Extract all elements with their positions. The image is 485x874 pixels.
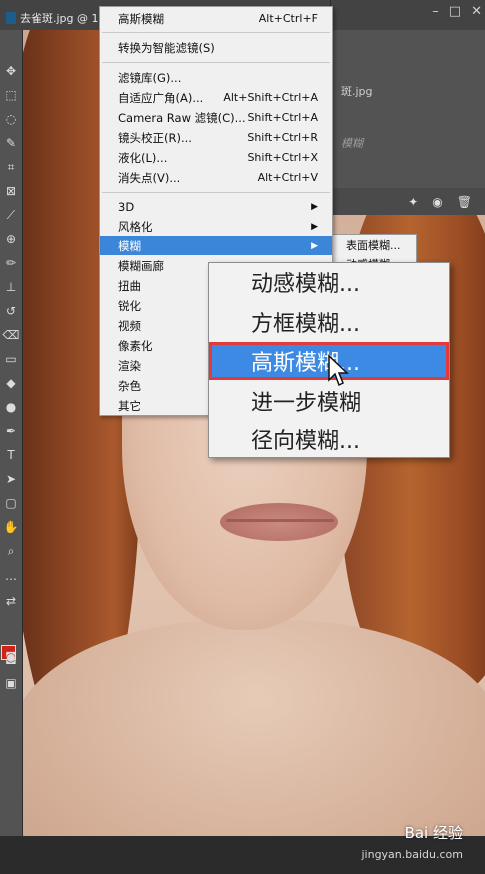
menu-item-smart-filter[interactable]: 转换为智能滤镜(S) [100,38,332,57]
menu-separator [102,192,330,193]
layer-name: 斑.jpg [341,85,373,98]
fx-icon[interactable]: ✦ [408,195,418,209]
marquee-tool-icon[interactable]: ⬚ [2,86,20,104]
document-tab[interactable]: 去雀斑.jpg @ 12 [0,6,112,30]
screen-mode-icon[interactable]: ▣ [2,674,20,692]
window-controls: – □ ✕ [432,4,482,19]
submenu-arrow-icon: ▶ [311,240,318,251]
lips [220,503,338,541]
dodge-tool-icon[interactable]: ● [2,398,20,416]
menu-item-last-filter[interactable]: 高斯模糊 Alt+Ctrl+F [100,9,332,28]
menu-item-3d[interactable]: 3D ▶ [100,197,332,216]
eyedropper-tool-icon[interactable]: ⟋ [2,206,20,224]
menu-separator [102,62,330,63]
mouse-cursor-icon [328,354,349,387]
file-icon [6,12,16,24]
watermark-url: jingyan.baidu.com [361,848,463,861]
layer-row[interactable]: 斑.jpg [331,78,485,104]
panel-footer: ✦ ◉ 🗑 [331,188,485,215]
path-select-tool-icon[interactable]: ➤ [2,470,20,488]
shoulders [22,620,485,836]
menu-item-blur[interactable]: 模糊 ▶ [100,236,332,255]
brush-tool-icon[interactable]: ✏ [2,254,20,272]
submenu-item-motion-blur[interactable]: 动感模糊... [209,263,449,301]
close-icon[interactable]: ✕ [471,4,482,19]
submenu-arrow-icon: ▶ [311,201,318,212]
more-tools-icon[interactable]: ⋯ [2,570,20,588]
zoom-tool-icon[interactable]: ⌕ [2,542,20,560]
shape-tool-icon[interactable]: ▢ [2,494,20,512]
layer-effect-row[interactable]: 模糊 [331,130,485,156]
pen-tool-icon[interactable]: ✒ [2,422,20,440]
submenu-arrow-icon: ▶ [311,221,318,232]
minimize-icon[interactable]: – [432,4,439,19]
crop-tool-icon[interactable]: ⌗ [2,158,20,176]
menu-item-stylize[interactable]: 风格化 ▶ [100,217,332,236]
layers-panel: – □ ✕ 斑.jpg 模糊 ✦ ◉ 🗑 [330,0,485,215]
panel-header: – □ ✕ [331,0,485,30]
lip-line [226,519,334,522]
tools-panel: ✥ ⬚ ◌ ✎ ⌗ ⊠ ⟋ ⊕ ✏ ⊥ ↺ ⌫ ▭ ◆ ● ✒ T ➤ ▢ ✋ … [0,30,23,836]
eraser-tool-icon[interactable]: ⌫ [2,326,20,344]
trash-icon[interactable]: 🗑 [457,195,472,209]
gradient-tool-icon[interactable]: ▭ [2,350,20,368]
menu-item-filter-gallery[interactable]: 滤镜库(G)... [100,68,332,87]
menu-item-adaptive-wide-angle[interactable]: 自适应广角(A)... Alt+Shift+Ctrl+A [100,88,332,107]
swap-colors-icon[interactable]: ⇄ [2,592,20,610]
menu-separator [102,32,330,33]
camera-icon[interactable]: ◉ [432,195,442,209]
frame-tool-icon[interactable]: ⊠ [2,182,20,200]
menu-item-vanishing-point[interactable]: 消失点(V)... Alt+Ctrl+V [100,168,332,187]
submenu-item[interactable]: 表面模糊... [332,235,416,254]
lasso-tool-icon[interactable]: ◌ [2,110,20,128]
quick-mask-icon[interactable]: ◙ [2,648,20,666]
submenu-item-box-blur[interactable]: 方框模糊... [209,303,449,341]
layer-effect-label: 模糊 [341,137,363,150]
healing-tool-icon[interactable]: ⊕ [2,230,20,248]
hand-tool-icon[interactable]: ✋ [2,518,20,536]
quick-select-tool-icon[interactable]: ✎ [2,134,20,152]
maximize-icon[interactable]: □ [449,4,461,19]
blur-tool-icon[interactable]: ◆ [2,374,20,392]
document-tab-label: 去雀斑.jpg @ 12 [20,12,106,25]
menu-item-camera-raw[interactable]: Camera Raw 滤镜(C)... Shift+Ctrl+A [100,108,332,127]
watermark-logo: Bai 经验 [404,824,463,842]
submenu-item-radial-blur[interactable]: 径向模糊... [209,420,449,458]
menu-item-liquify[interactable]: 液化(L)... Shift+Ctrl+X [100,148,332,167]
type-tool-icon[interactable]: T [2,446,20,464]
move-tool-icon[interactable]: ✥ [2,62,20,80]
history-brush-tool-icon[interactable]: ↺ [2,302,20,320]
menu-item-lens-correction[interactable]: 镜头校正(R)... Shift+Ctrl+R [100,128,332,147]
stamp-tool-icon[interactable]: ⊥ [2,278,20,296]
